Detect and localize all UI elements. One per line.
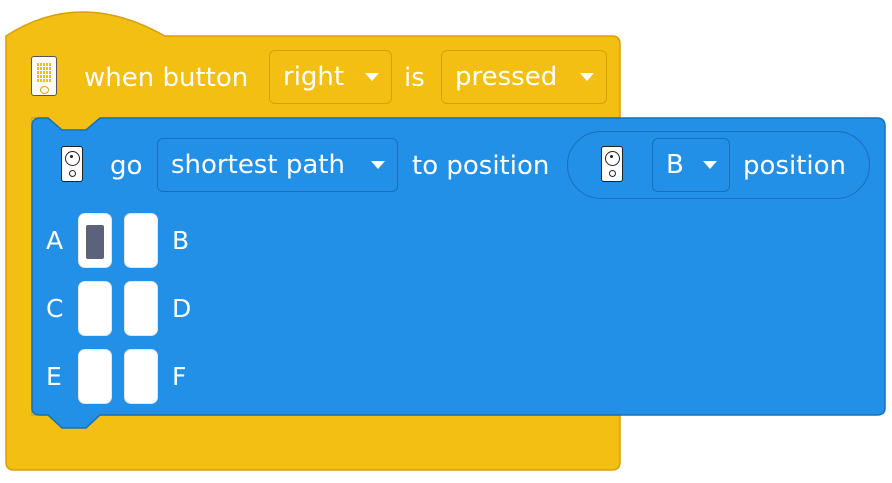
grid-label-e: E [46,362,62,391]
position-suffix-label: position [743,151,846,181]
to-position-label: to position [412,151,550,181]
go-label: go [110,151,143,181]
chevron-down-icon [365,73,379,81]
hub-light-matrix-icon [31,56,57,96]
position-slot-f[interactable] [124,349,158,404]
motor-controller-icon [601,146,623,182]
chevron-down-icon [703,161,717,169]
chevron-down-icon [580,73,594,81]
grid-label-b: B [172,226,190,255]
motor-controller-icon [61,146,83,182]
position-letter-value: B [666,150,684,180]
grid-label-c: C [46,294,64,323]
grid-label-d: D [172,294,192,323]
position-slot-a[interactable] [78,213,112,268]
position-slot-c[interactable] [78,281,112,336]
grid-label-f: F [172,362,187,391]
button-select-dropdown[interactable]: right [269,50,392,104]
grid-label-a: A [46,226,64,255]
button-select-value: right [283,62,345,92]
path-type-value: shortest path [171,150,345,180]
path-type-dropdown[interactable]: shortest path [157,138,398,192]
button-state-dropdown[interactable]: pressed [441,50,607,104]
position-slot-d[interactable] [124,281,158,336]
when-button-label: when button [84,63,249,93]
position-letter-dropdown[interactable]: B [652,138,730,192]
button-state-value: pressed [455,62,558,92]
is-label: is [404,63,425,93]
chevron-down-icon [371,161,385,169]
position-slot-b[interactable] [124,213,158,268]
position-slot-e[interactable] [78,349,112,404]
